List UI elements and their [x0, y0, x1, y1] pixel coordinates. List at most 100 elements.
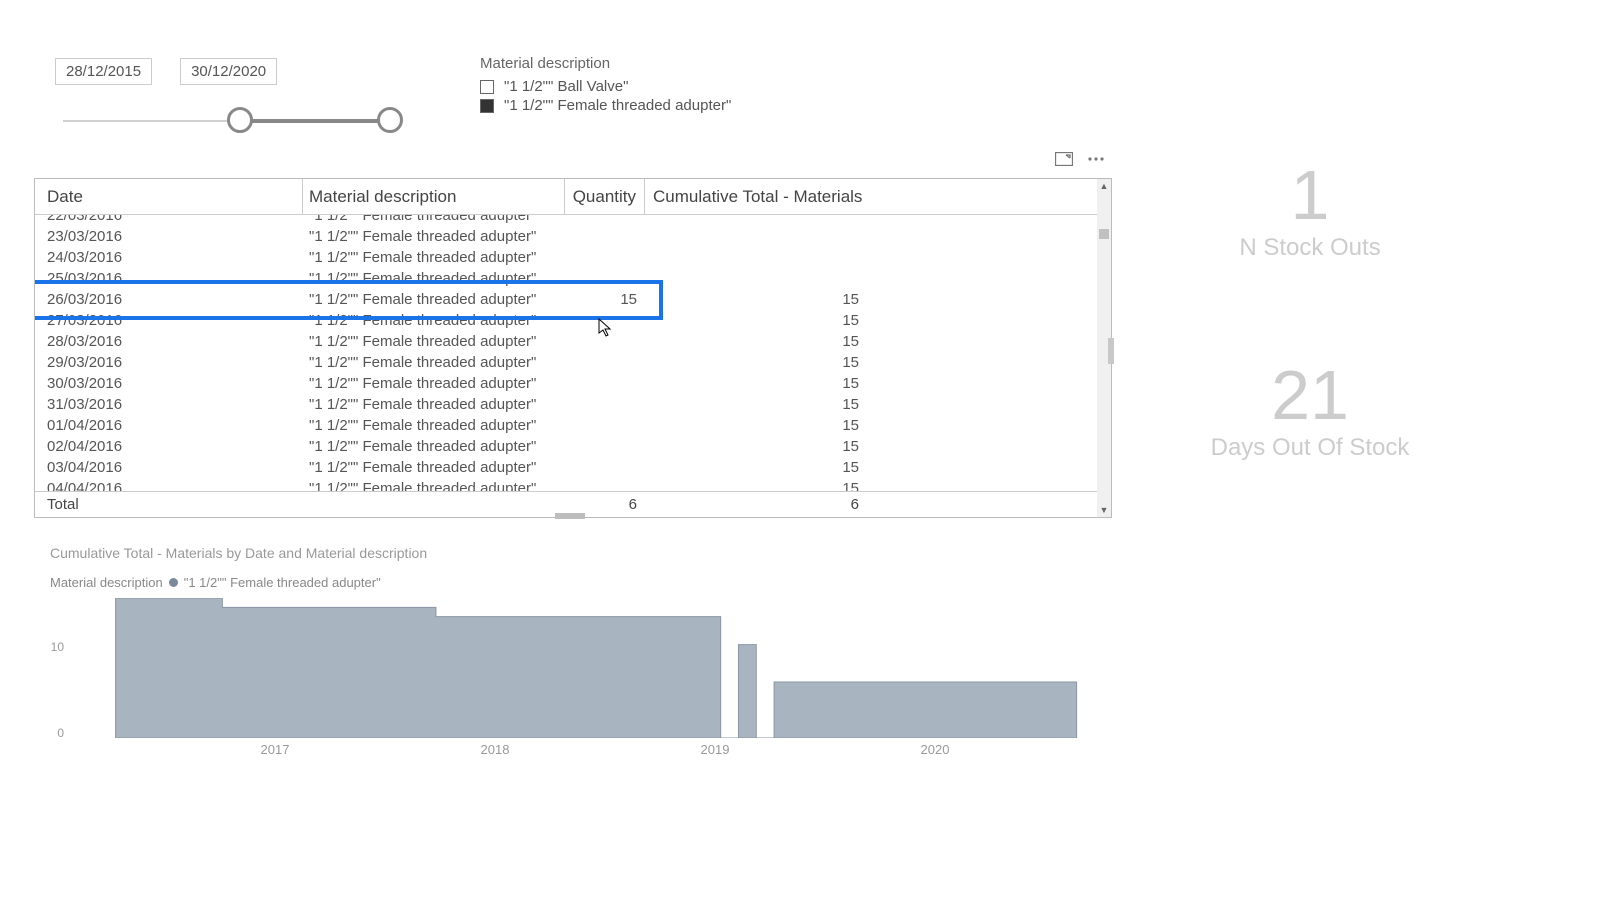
cell-material: "1 1/2"" Female threaded adupter"	[303, 375, 565, 392]
date-slider-track[interactable]	[55, 107, 405, 137]
checkbox-icon[interactable]	[480, 80, 494, 94]
cell-date: 25/03/2016	[35, 270, 303, 287]
chart-area-series	[116, 598, 1077, 738]
col-header-quantity[interactable]: Quantity	[565, 179, 645, 214]
more-options-icon[interactable]	[1087, 150, 1105, 168]
cell-date: 27/03/2016	[35, 312, 303, 329]
cell-cum: 15	[645, 291, 875, 308]
x-tick: 2017	[261, 742, 290, 757]
table-row[interactable]: 27/03/2016"1 1/2"" Female threaded adupt…	[35, 310, 1111, 331]
scroll-down-icon[interactable]: ▼	[1100, 503, 1109, 517]
cell-material: "1 1/2"" Female threaded adupter"	[303, 480, 565, 491]
cell-material: "1 1/2"" Female threaded adupter"	[303, 417, 565, 434]
col-header-material[interactable]: Material description	[303, 179, 565, 214]
cell-material: "1 1/2"" Female threaded adupter"	[303, 215, 565, 224]
cell-cum: 15	[645, 354, 875, 371]
kpi-stock-outs-value: 1	[1210, 160, 1410, 230]
cell-material: "1 1/2"" Female threaded adupter"	[303, 333, 565, 350]
table-row[interactable]: 01/04/2016"1 1/2"" Female threaded adupt…	[35, 415, 1111, 436]
cell-material: "1 1/2"" Female threaded adupter"	[303, 270, 565, 287]
total-qty: 6	[565, 496, 645, 513]
slider-handle-start[interactable]	[227, 107, 253, 133]
scroll-thumb[interactable]	[1099, 229, 1109, 239]
cell-date: 02/04/2016	[35, 438, 303, 455]
x-tick: 2020	[921, 742, 950, 757]
table-body[interactable]: 22/03/2016"1 1/2"" Female threaded adupt…	[35, 215, 1111, 491]
total-label: Total	[35, 496, 303, 513]
table-row[interactable]: 04/04/2016"1 1/2"" Female threaded adupt…	[35, 478, 1111, 491]
table-row[interactable]: 31/03/2016"1 1/2"" Female threaded adupt…	[35, 394, 1111, 415]
material-option-label: "1 1/2"" Ball Valve"	[504, 78, 628, 95]
col-header-cumulative[interactable]: Cumulative Total - Materials	[645, 179, 875, 214]
cell-qty: 15	[565, 291, 645, 308]
cell-date: 03/04/2016	[35, 459, 303, 476]
cell-material: "1 1/2"" Female threaded adupter"	[303, 396, 565, 413]
table-row[interactable]: 30/03/2016"1 1/2"" Female threaded adupt…	[35, 373, 1111, 394]
table-row[interactable]: 26/03/2016"1 1/2"" Female threaded adupt…	[35, 289, 1111, 310]
cell-date: 30/03/2016	[35, 375, 303, 392]
cell-material: "1 1/2"" Female threaded adupter"	[303, 228, 565, 245]
kpi-days-out-label: Days Out Of Stock	[1190, 434, 1430, 462]
cell-date: 04/04/2016	[35, 480, 303, 491]
chart-legend-label: Material description	[50, 575, 163, 590]
table-row[interactable]: 03/04/2016"1 1/2"" Female threaded adupt…	[35, 457, 1111, 478]
table-row[interactable]: 29/03/2016"1 1/2"" Female threaded adupt…	[35, 352, 1111, 373]
cell-material: "1 1/2"" Female threaded adupter"	[303, 438, 565, 455]
chart-title: Cumulative Total - Materials by Date and…	[50, 545, 1140, 561]
scroll-up-icon[interactable]: ▲	[1100, 179, 1109, 193]
chart-y-axis: 10 0	[44, 598, 64, 738]
table-row[interactable]: 23/03/2016"1 1/2"" Female threaded adupt…	[35, 226, 1111, 247]
cumulative-chart[interactable]: Cumulative Total - Materials by Date and…	[50, 545, 1140, 758]
chart-plot-area	[80, 598, 1130, 738]
table-row[interactable]: 24/03/2016"1 1/2"" Female threaded adupt…	[35, 247, 1111, 268]
cell-cum: 15	[645, 333, 875, 350]
visual-header	[1055, 150, 1105, 168]
col-header-date[interactable]: Date	[35, 179, 303, 214]
cell-cum: 15	[645, 312, 875, 329]
kpi-stock-outs-label: N Stock Outs	[1210, 234, 1410, 262]
date-end-input[interactable]: 30/12/2020	[180, 58, 277, 85]
table-row[interactable]: 22/03/2016"1 1/2"" Female threaded adupt…	[35, 215, 1111, 226]
total-cum: 6	[645, 496, 875, 513]
table-row[interactable]: 28/03/2016"1 1/2"" Female threaded adupt…	[35, 331, 1111, 352]
checkbox-checked-icon[interactable]	[480, 99, 494, 113]
kpi-stock-outs: 1 N Stock Outs	[1210, 160, 1410, 262]
table-header-row: Date Material description Quantity Cumul…	[35, 179, 1111, 215]
cell-date: 28/03/2016	[35, 333, 303, 350]
date-range-slicer[interactable]: 28/12/2015 30/12/2020	[55, 58, 435, 137]
y-tick: 10	[51, 640, 64, 654]
slider-handle-end[interactable]	[377, 107, 403, 133]
table-horizontal-scroll-thumb[interactable]	[555, 513, 585, 519]
material-filter-label: Material description	[480, 55, 731, 72]
cell-date: 26/03/2016	[35, 291, 303, 308]
cell-cum: 15	[645, 480, 875, 491]
legend-marker-icon	[169, 578, 178, 587]
cell-date: 31/03/2016	[35, 396, 303, 413]
date-start-input[interactable]: 28/12/2015	[55, 58, 152, 85]
cell-date: 23/03/2016	[35, 228, 303, 245]
materials-table[interactable]: Date Material description Quantity Cumul…	[34, 178, 1112, 518]
cell-material: "1 1/2"" Female threaded adupter"	[303, 249, 565, 266]
cell-material: "1 1/2"" Female threaded adupter"	[303, 312, 565, 329]
cell-material: "1 1/2"" Female threaded adupter"	[303, 459, 565, 476]
table-row[interactable]: 02/04/2016"1 1/2"" Female threaded adupt…	[35, 436, 1111, 457]
material-option-label: "1 1/2"" Female threaded adupter"	[504, 97, 731, 114]
cell-date: 22/03/2016	[35, 215, 303, 224]
cell-cum: 15	[645, 396, 875, 413]
chart-legend-series: "1 1/2"" Female threaded adupter"	[184, 575, 381, 590]
material-option-ball-valve[interactable]: "1 1/2"" Ball Valve"	[480, 78, 731, 95]
x-tick: 2018	[481, 742, 510, 757]
x-tick: 2019	[701, 742, 730, 757]
material-filter: Material description "1 1/2"" Ball Valve…	[480, 55, 731, 114]
kpi-days-out-value: 21	[1190, 360, 1430, 430]
visual-resize-handle[interactable]	[1108, 338, 1114, 364]
table-row[interactable]: 25/03/2016"1 1/2"" Female threaded adupt…	[35, 268, 1111, 289]
cell-cum: 15	[645, 375, 875, 392]
focus-mode-icon[interactable]	[1055, 150, 1073, 168]
kpi-days-out: 21 Days Out Of Stock	[1190, 360, 1430, 462]
cell-date: 29/03/2016	[35, 354, 303, 371]
material-option-female-adapter[interactable]: "1 1/2"" Female threaded adupter"	[480, 97, 731, 114]
cell-cum: 15	[645, 438, 875, 455]
cell-material: "1 1/2"" Female threaded adupter"	[303, 354, 565, 371]
y-tick: 0	[57, 726, 64, 740]
